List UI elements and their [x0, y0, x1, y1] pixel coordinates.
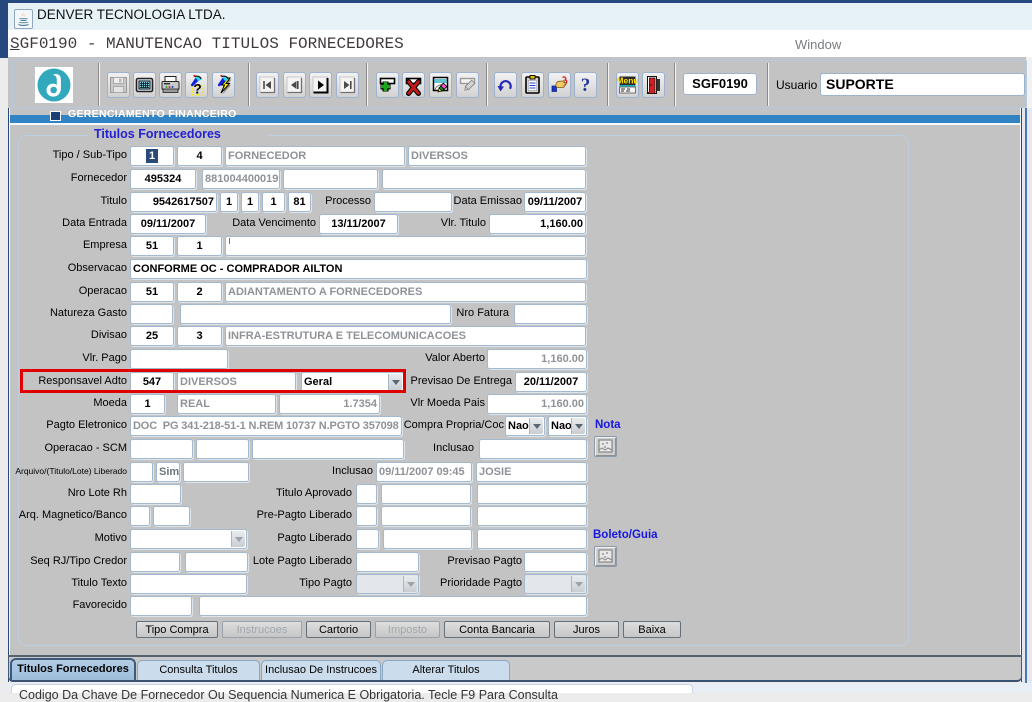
svg-text:Menu: Menu — [617, 76, 638, 86]
svg-text:?: ? — [581, 75, 591, 96]
